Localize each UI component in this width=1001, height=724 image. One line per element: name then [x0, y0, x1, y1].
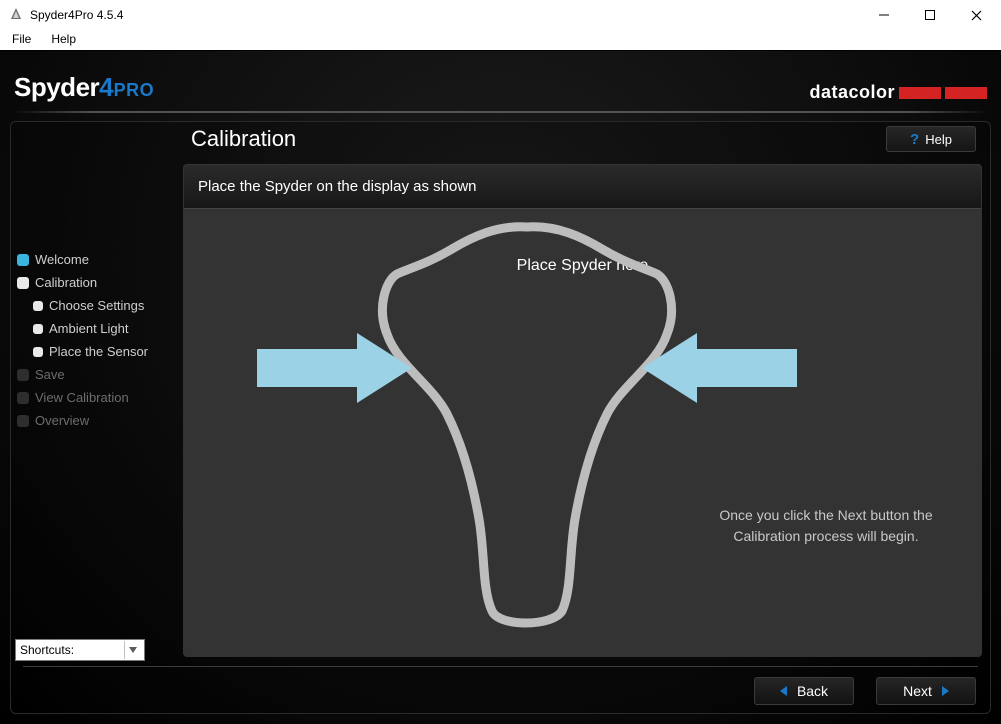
logo-text-pro: PRO — [114, 80, 155, 101]
sidebar-item-label: Save — [35, 367, 65, 382]
company-logo: datacolor — [809, 82, 987, 103]
back-button[interactable]: Back — [754, 677, 854, 705]
next-button[interactable]: Next — [876, 677, 976, 705]
sidebar-item-label: View Calibration — [35, 390, 129, 405]
sidebar-item-label: Welcome — [35, 252, 89, 267]
help-button[interactable]: ? Help — [886, 126, 976, 152]
maximize-icon — [925, 10, 935, 20]
footer: Back Next — [754, 677, 976, 705]
minimize-icon — [879, 10, 889, 20]
main-panel: Place the Spyder on the display as shown… — [183, 164, 982, 657]
sidebar-item-save: Save — [15, 367, 175, 382]
step-bullet-icon — [33, 324, 43, 334]
sidebar-item-view-calibration: View Calibration — [15, 390, 175, 405]
app-icon — [8, 7, 24, 23]
spyder-outline-icon — [247, 219, 807, 639]
close-icon — [971, 10, 982, 21]
sidebar-item-label: Choose Settings — [49, 298, 144, 313]
sidebar-item-overview: Overview — [15, 413, 175, 428]
step-bullet-icon — [33, 301, 43, 311]
step-bullet-icon — [17, 415, 29, 427]
menu-file[interactable]: File — [8, 30, 35, 48]
step-bullet-icon — [33, 347, 43, 357]
step-bullet-icon — [17, 369, 29, 381]
sidebar-item-calibration[interactable]: Calibration — [15, 275, 175, 290]
chevron-right-icon — [942, 686, 949, 696]
step-bullet-icon — [17, 277, 29, 289]
app-body: Spyder 4 PRO datacolor Calibration ? Hel… — [0, 50, 1001, 724]
logo-text-spyder: Spyder — [14, 72, 99, 103]
sidebar-item-label: Overview — [35, 413, 89, 428]
chevron-left-icon — [780, 686, 787, 696]
menubar: File Help — [0, 30, 1001, 50]
help-label: Help — [925, 132, 952, 147]
branding-row: Spyder 4 PRO datacolor — [0, 51, 1001, 111]
step-sidebar: Welcome Calibration Choose Settings Ambi… — [15, 252, 175, 428]
brand-divider — [12, 111, 989, 113]
footer-divider — [23, 666, 978, 667]
help-icon: ? — [910, 131, 919, 148]
shortcuts-label: Shortcuts: — [20, 643, 74, 657]
step-bullet-icon — [17, 392, 29, 404]
sidebar-item-label: Ambient Light — [49, 321, 129, 336]
placement-canvas: Place Spyder here Once — [184, 209, 981, 656]
brand-red-swatch — [899, 87, 941, 99]
sidebar-item-place-sensor[interactable]: Place the Sensor — [15, 344, 175, 359]
page-title: Calibration — [191, 126, 296, 152]
window-minimize-button[interactable] — [861, 0, 907, 30]
sidebar-item-label: Calibration — [35, 275, 97, 290]
chevron-down-icon — [124, 641, 140, 659]
window-titlebar: Spyder4Pro 4.5.4 — [0, 0, 1001, 30]
company-name: datacolor — [809, 82, 895, 103]
sidebar-item-label: Place the Sensor — [49, 344, 148, 359]
next-hint-text: Once you click the Next button the Calib… — [691, 505, 961, 546]
sidebar-item-choose-settings[interactable]: Choose Settings — [15, 298, 175, 313]
window-title: Spyder4Pro 4.5.4 — [30, 8, 123, 22]
work-frame: Calibration ? Help Welcome Calibration C… — [10, 121, 991, 714]
next-label: Next — [903, 683, 932, 699]
sidebar-item-welcome[interactable]: Welcome — [15, 252, 175, 267]
back-label: Back — [797, 683, 828, 699]
instruction-bar: Place the Spyder on the display as shown — [184, 165, 981, 209]
brand-red-swatch-2 — [945, 87, 987, 99]
step-bullet-icon — [17, 254, 29, 266]
window-maximize-button[interactable] — [907, 0, 953, 30]
logo-text-4: 4 — [99, 72, 113, 103]
product-logo: Spyder 4 PRO — [14, 72, 154, 103]
shortcuts-dropdown[interactable]: Shortcuts: — [15, 639, 145, 661]
window-close-button[interactable] — [953, 0, 999, 30]
menu-help[interactable]: Help — [47, 30, 80, 48]
sidebar-item-ambient-light[interactable]: Ambient Light — [15, 321, 175, 336]
